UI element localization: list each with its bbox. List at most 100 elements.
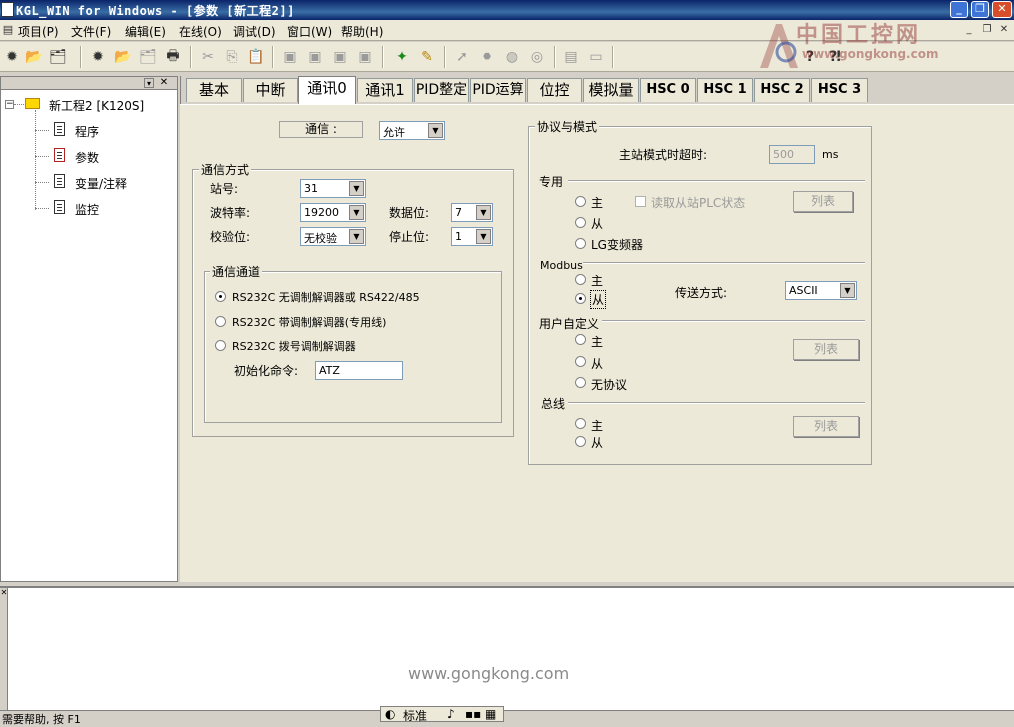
save-file-icon[interactable]: 🗂 xyxy=(138,47,158,67)
modbus-master-radio[interactable] xyxy=(575,274,586,285)
user-list-button[interactable]: 列表 xyxy=(793,339,859,360)
paste-icon[interactable]: 📋 xyxy=(246,47,266,67)
bus-master-label[interactable]: 主 xyxy=(591,417,603,434)
compile-icon[interactable]: ▣ xyxy=(280,47,300,67)
tree-item-variables[interactable]: 变量/注释 xyxy=(75,175,127,192)
menu-online[interactable]: 在线(O) xyxy=(179,23,222,40)
chevron-down-icon[interactable]: ▼ xyxy=(476,205,491,220)
pause-icon[interactable]: ◍ xyxy=(502,47,522,67)
user-master-radio[interactable] xyxy=(575,334,586,345)
check-program-icon[interactable]: ▣ xyxy=(330,47,350,67)
ime-punct-icon[interactable]: ♪ xyxy=(447,707,455,721)
modbus-slave-label[interactable]: 从 xyxy=(590,290,607,309)
dedicated-lg-label[interactable]: LG变频器 xyxy=(591,236,643,253)
baud-select[interactable]: 19200 ▼ xyxy=(300,203,366,222)
dedicated-master-radio[interactable] xyxy=(575,196,586,207)
channel-option-2[interactable]: RS232C 带调制解调器(专用线) xyxy=(232,314,386,330)
user-master-label[interactable]: 主 xyxy=(591,333,603,350)
tab-comm0[interactable]: 通讯0 xyxy=(298,76,356,104)
panel-close-icon[interactable]: ✕ xyxy=(158,77,170,89)
chevron-down-icon[interactable]: ▼ xyxy=(349,205,364,220)
chevron-down-icon[interactable]: ▼ xyxy=(428,123,443,138)
dedicated-master-label[interactable]: 主 xyxy=(591,194,603,211)
modbus-slave-radio[interactable] xyxy=(575,293,586,304)
dedicated-lg-radio[interactable] xyxy=(575,238,586,249)
databits-select[interactable]: 7 ▼ xyxy=(451,203,493,222)
tab-comm1[interactable]: 通讯1 xyxy=(357,78,413,102)
stopbits-select[interactable]: 1 ▼ xyxy=(451,227,493,246)
menu-edit[interactable]: 编辑(E) xyxy=(125,23,166,40)
tab-position[interactable]: 位控 xyxy=(527,78,582,102)
copy-icon[interactable]: ⎘ xyxy=(222,47,242,67)
tree-item-monitor[interactable]: 监控 xyxy=(75,201,99,218)
minimize-icon[interactable]: _ xyxy=(950,1,968,18)
tab-hsc3[interactable]: HSC 3 xyxy=(811,78,868,102)
tab-basic[interactable]: 基本 xyxy=(186,78,242,102)
build-icon[interactable]: ▣ xyxy=(355,47,375,67)
connect-icon[interactable]: ✦ xyxy=(392,47,412,67)
output-close-icon[interactable]: ✕ xyxy=(0,589,8,597)
user-slave-label[interactable]: 从 xyxy=(591,355,603,372)
ime-keyboard-icon[interactable]: ▦ xyxy=(485,707,496,721)
print-icon[interactable]: 🖶 xyxy=(163,47,183,67)
ime-width-icon[interactable]: ▪▪ xyxy=(465,707,481,721)
channel-option-1[interactable]: RS232C 无调制解调器或 RS422/485 xyxy=(232,289,420,305)
app-icon[interactable] xyxy=(1,2,14,17)
tab-hsc1[interactable]: HSC 1 xyxy=(697,78,753,102)
channel-radio-3[interactable] xyxy=(215,340,226,351)
channel-radio-1[interactable] xyxy=(215,291,226,302)
bus-slave-radio[interactable] xyxy=(575,436,586,447)
dedicated-slave-radio[interactable] xyxy=(575,217,586,228)
cut-icon[interactable]: ✂ xyxy=(198,47,218,67)
user-none-label[interactable]: 无协议 xyxy=(591,376,627,393)
mdi-doc-icon[interactable]: ▤ xyxy=(1,23,15,37)
menu-help[interactable]: 帮助(H) xyxy=(341,23,383,40)
tree-item-parameter[interactable]: 参数 xyxy=(75,149,99,166)
ime-mode[interactable]: 标准 xyxy=(403,707,427,724)
link-icon[interactable]: ✎ xyxy=(417,47,437,67)
init-command-input[interactable]: ATZ xyxy=(315,361,403,380)
chevron-down-icon[interactable]: ▼ xyxy=(840,283,855,298)
read-status-checkbox[interactable] xyxy=(635,196,646,207)
open-project-icon[interactable]: 📂 xyxy=(24,47,44,67)
chevron-down-icon[interactable]: ▼ xyxy=(349,229,364,244)
close-icon[interactable]: ✕ xyxy=(992,1,1012,18)
chevron-down-icon[interactable]: ▼ xyxy=(476,229,491,244)
stop-icon[interactable]: ⬣ xyxy=(477,47,497,67)
dedicated-list-button[interactable]: 列表 xyxy=(793,191,853,212)
station-select[interactable]: 31 ▼ xyxy=(300,179,366,198)
compile-all-icon[interactable]: ▣ xyxy=(305,47,325,67)
tab-hsc2[interactable]: HSC 2 xyxy=(754,78,810,102)
channel-option-3[interactable]: RS232C 拨号调制解调器 xyxy=(232,338,356,354)
new-project-icon[interactable]: ✹ xyxy=(2,47,22,67)
tab-interrupt[interactable]: 中断 xyxy=(243,78,298,102)
new-file-icon[interactable]: ✹ xyxy=(88,47,108,67)
upload-icon[interactable]: ▭ xyxy=(586,47,606,67)
open-file-icon[interactable]: 📂 xyxy=(113,47,133,67)
tab-pid-calc[interactable]: PID运算 xyxy=(470,78,526,102)
comm-enable-select[interactable]: 允许 ▼ xyxy=(379,121,445,140)
bus-master-radio[interactable] xyxy=(575,418,586,429)
tree-collapse-icon[interactable]: − xyxy=(5,100,14,109)
dedicated-slave-label[interactable]: 从 xyxy=(591,215,603,232)
panel-dropdown-icon[interactable]: ▾ xyxy=(144,78,154,88)
monitor-icon[interactable]: ◎ xyxy=(527,47,547,67)
timeout-input[interactable]: 500 xyxy=(769,145,815,164)
transfer-mode-select[interactable]: ASCII ▼ xyxy=(785,281,857,300)
save-project-icon[interactable]: 🗂 xyxy=(48,47,68,67)
output-pane-grip[interactable]: ✕ xyxy=(0,588,8,710)
bus-slave-label[interactable]: 从 xyxy=(591,434,603,451)
bus-list-button[interactable]: 列表 xyxy=(793,416,859,437)
menu-file[interactable]: 文件(F) xyxy=(71,23,111,40)
tab-hsc0[interactable]: HSC 0 xyxy=(640,78,696,102)
restore-icon[interactable]: ❐ xyxy=(971,1,989,18)
tab-pid-tune[interactable]: PID整定 xyxy=(414,78,469,102)
chevron-down-icon[interactable]: ▼ xyxy=(349,181,364,196)
ime-logo-icon[interactable]: ◐ xyxy=(385,707,395,721)
user-none-radio[interactable] xyxy=(575,377,586,388)
run-icon[interactable]: ➚ xyxy=(452,47,472,67)
menu-window[interactable]: 窗口(W) xyxy=(287,23,332,40)
menu-debug[interactable]: 调试(D) xyxy=(233,23,276,40)
download-icon[interactable]: ▤ xyxy=(561,47,581,67)
tree-root[interactable]: 新工程2 [K120S] xyxy=(49,97,144,114)
